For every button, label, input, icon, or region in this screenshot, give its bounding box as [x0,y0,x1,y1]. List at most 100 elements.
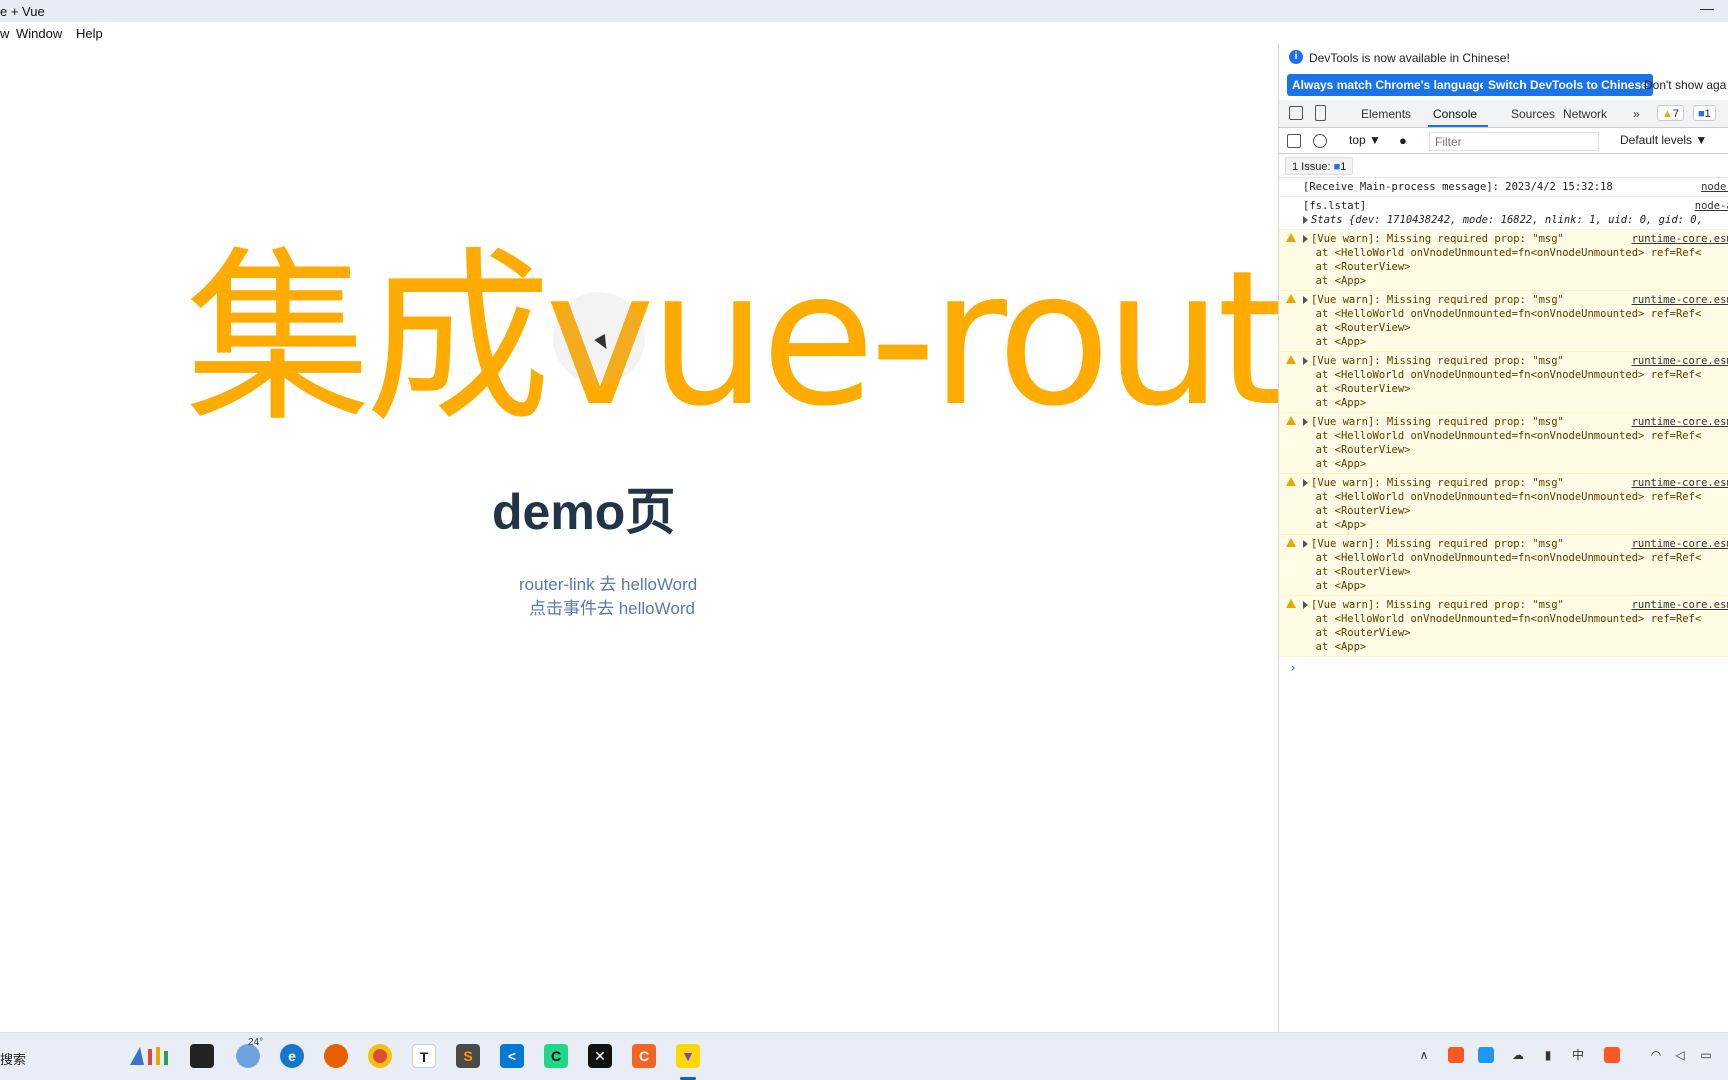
battery-icon[interactable]: ▭ [1698,1047,1714,1063]
tab-sources[interactable]: Sources [1511,107,1555,121]
console-warning: [Vue warn]: Missing required prop: "msg"… [1279,596,1728,657]
expand-triangle-icon[interactable] [1303,479,1308,487]
tab-console[interactable]: Console [1433,107,1477,121]
warn-trace: at <HelloWorld onVnodeUnmounted=fn<onVno… [1315,552,1708,564]
warn-trace: at <RouterView> [1315,566,1411,578]
match-language-button[interactable]: Always match Chrome's language [1287,74,1492,96]
source-link[interactable]: runtime-core.esm-bun [1623,537,1728,551]
expand-triangle-icon[interactable] [1303,601,1308,609]
page-heading: demo页 [492,484,676,540]
console-message: [Receive Main-process message]: 2023/4/2… [1279,178,1728,197]
warn-trace: at <App> [1315,275,1367,287]
expand-triangle-icon[interactable] [1303,235,1308,243]
clear-console-icon[interactable] [1313,134,1327,148]
warn-trace: at <RouterView> [1315,322,1411,334]
console-warning: [Vue warn]: Missing required prop: "msg"… [1279,291,1728,352]
typora-icon[interactable]: T [412,1044,436,1068]
click-event-link[interactable]: 点击事件去 helloWord [529,594,695,619]
menu-help[interactable]: Help [76,26,103,41]
expand-triangle-icon[interactable] [1303,418,1308,426]
log-levels-dropdown[interactable]: Default levels ▼ [1620,133,1707,147]
tray-security-icon[interactable] [1478,1047,1494,1063]
tab-elements[interactable]: Elements [1361,107,1411,121]
source-link[interactable]: runtime-core.esm-bun [1623,354,1728,368]
source-link[interactable]: runtime-core.esm-bun [1623,293,1728,307]
router-link[interactable]: router-link 去 helloWord [519,570,697,595]
active-tab-indicator [1428,125,1488,127]
expand-triangle-icon[interactable] [1303,296,1308,304]
warn-trace: at <HelloWorld onVnodeUnmounted=fn<onVno… [1315,247,1708,259]
edge-icon[interactable]: e [280,1044,304,1068]
device-toolbar-icon[interactable] [1315,105,1326,121]
warning-icon [1286,355,1296,364]
message-count-badge[interactable]: ■1 [1693,105,1716,121]
eye-icon[interactable]: ● [1399,134,1413,148]
hero-title: 集成vue-router [185,230,1278,447]
dont-show-again-button[interactable]: Don't show aga [1639,74,1728,96]
menu-view[interactable]: w [0,26,9,41]
warn-trace: at <HelloWorld onVnodeUnmounted=fn<onVno… [1315,491,1708,503]
warning-icon [1286,599,1296,608]
source-link[interactable]: runtime-core.esm-bun [1623,232,1728,246]
tray-overflow-icon[interactable]: ∧ [1416,1047,1432,1063]
issues-link[interactable]: 1 Issue: ■1 [1285,157,1354,175]
vscode-icon[interactable]: < [500,1044,524,1068]
source-link[interactable]: node-api.t [1687,199,1728,213]
ime-icon[interactable]: 中 [1570,1047,1586,1063]
warn-text: [Vue warn]: Missing required prop: "msg" [1311,599,1564,611]
message-count: 1 [1704,108,1711,120]
warn-trace: at <App> [1315,641,1367,653]
warning-count: 7 [1672,108,1680,120]
onedrive-icon[interactable]: ☁ [1510,1047,1526,1063]
sidebar-toggle-icon[interactable] [1287,134,1301,148]
weather-temperature: 24° [248,1037,264,1048]
firefox-icon[interactable] [324,1044,348,1068]
console-prompt[interactable]: › [1279,657,1728,680]
expand-triangle-icon[interactable] [1303,357,1308,365]
source-link[interactable]: runtime-core.esm-bun [1623,415,1728,429]
source-link[interactable]: runtime-core.esm-bun [1623,598,1728,612]
clion-icon[interactable]: C [544,1044,568,1068]
warning-count-badge[interactable]: ▲7 [1657,105,1685,121]
wifi-icon[interactable]: ◠ [1648,1047,1664,1063]
expand-triangle-icon[interactable] [1303,540,1308,548]
filter-input[interactable] [1429,132,1599,151]
console-warning: [Vue warn]: Missing required prop: "msg"… [1279,474,1728,535]
log-object[interactable]: Stats {dev: 1710438242, mode: 16822, nli… [1311,214,1703,226]
console-warning: [Vue warn]: Missing required prop: "msg"… [1279,352,1728,413]
warning-icon [1286,416,1296,425]
source-link[interactable]: node-api. [1693,180,1728,194]
tray-sync-icon[interactable] [1604,1047,1620,1063]
warn-trace: at <App> [1315,397,1367,409]
more-tabs-icon[interactable]: » [1633,107,1640,121]
inspect-element-icon[interactable] [1289,106,1303,120]
console-warning: [Vue warn]: Missing required prop: "msg"… [1279,535,1728,596]
volume-icon[interactable]: ◁ [1672,1047,1688,1063]
app-c-icon[interactable]: C [632,1044,656,1068]
warn-text: [Vue warn]: Missing required prop: "msg" [1311,233,1564,245]
sublime-icon[interactable]: S [456,1044,480,1068]
tab-network[interactable]: Network [1563,107,1607,121]
warning-icon [1286,294,1296,303]
warning-icon [1286,233,1296,242]
devtools-language-banner: i DevTools is now available in Chinese! [1279,44,1728,72]
tray-app-icon[interactable] [1448,1047,1464,1063]
warning-icon [1286,477,1296,486]
capcut-icon[interactable]: ✕ [588,1044,612,1068]
warn-text: [Vue warn]: Missing required prop: "msg" [1311,294,1564,306]
microphone-icon[interactable]: ▮ [1540,1047,1556,1063]
task-view-icon[interactable] [190,1044,214,1068]
switch-chinese-button[interactable]: Switch DevTools to Chinese [1483,74,1653,96]
warn-trace: at <HelloWorld onVnodeUnmounted=fn<onVno… [1315,430,1708,442]
menu-window[interactable]: Window [16,26,62,41]
source-link[interactable]: runtime-core.esm-bun [1623,476,1728,490]
warn-text: [Vue warn]: Missing required prop: "msg" [1311,355,1564,367]
expand-triangle-icon[interactable] [1303,216,1308,224]
minimize-button[interactable]: — [1700,0,1714,16]
context-selector[interactable]: top ▼ [1349,133,1381,147]
chrome-icon[interactable] [368,1044,392,1068]
devtools-tabbar: Elements Console Sources Network » ▲7 ■1 [1279,100,1728,128]
vite-icon[interactable]: ▼ [676,1044,700,1068]
warn-trace: at <App> [1315,580,1367,592]
warn-trace: at <HelloWorld onVnodeUnmounted=fn<onVno… [1315,308,1708,320]
